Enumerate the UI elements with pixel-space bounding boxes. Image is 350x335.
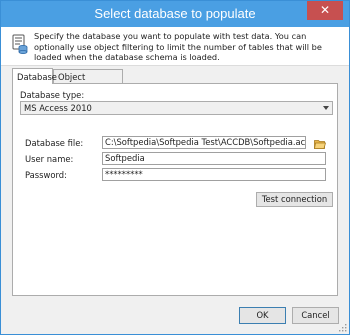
database-type-select[interactable]: MS Access 2010 bbox=[20, 101, 333, 115]
close-button[interactable]: ✕ bbox=[307, 1, 343, 20]
dialog-window: Select database to populate ✕ Specify th… bbox=[0, 0, 350, 335]
folder-open-icon[interactable] bbox=[314, 139, 326, 149]
user-name-label: User name: bbox=[25, 154, 74, 164]
chevron-down-icon bbox=[323, 106, 329, 110]
title-bar[interactable]: Select database to populate ✕ bbox=[1, 1, 349, 27]
password-field[interactable]: ********* bbox=[102, 168, 326, 181]
database-file-label: Database file: bbox=[25, 138, 84, 148]
header-area: Specify the database you want to populat… bbox=[1, 27, 349, 66]
test-connection-button[interactable]: Test connection bbox=[256, 192, 333, 207]
ok-button[interactable]: OK bbox=[239, 307, 286, 324]
close-icon: ✕ bbox=[319, 3, 331, 17]
database-file-field[interactable]: C:\Softpedia\Softpedia Test\ACCDB\Softpe… bbox=[102, 136, 306, 149]
database-icon bbox=[12, 34, 28, 54]
window-title: Select database to populate bbox=[94, 6, 256, 21]
password-label: Password: bbox=[25, 170, 67, 180]
tab-object-filtering[interactable]: Object filtering bbox=[53, 69, 123, 96]
resize-grip-icon[interactable] bbox=[339, 324, 347, 332]
intro-text: Specify the database you want to populat… bbox=[34, 31, 322, 62]
database-panel: Database type: MS Access 2010 Database f… bbox=[12, 83, 338, 296]
cancel-button[interactable]: Cancel bbox=[292, 307, 339, 324]
database-type-value: MS Access 2010 bbox=[24, 103, 92, 113]
database-type-label: Database type: bbox=[20, 90, 85, 100]
tab-database[interactable]: Database bbox=[12, 68, 57, 84]
user-name-field[interactable]: Softpedia bbox=[102, 152, 326, 165]
